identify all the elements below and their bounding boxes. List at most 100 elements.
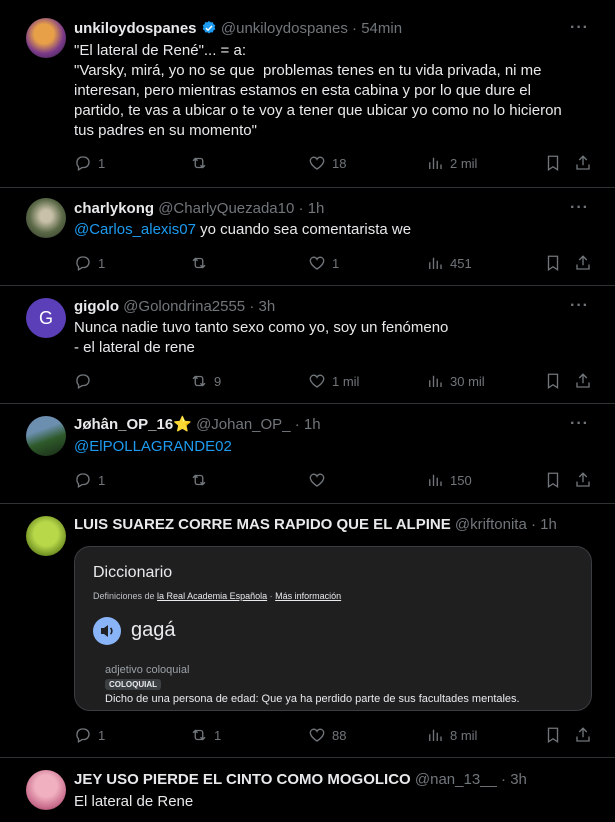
share-button[interactable] xyxy=(574,153,592,173)
heart-icon xyxy=(309,473,325,487)
share-icon xyxy=(576,373,590,388)
tweet-header: unkiloydospanes @unkiloydospanes · 54min xyxy=(74,20,403,37)
share-icon xyxy=(576,472,590,487)
like-button[interactable]: 18 xyxy=(308,153,346,173)
like-button[interactable] xyxy=(308,470,332,490)
share-button[interactable] xyxy=(574,470,592,490)
views-icon xyxy=(429,729,442,741)
timestamp[interactable]: 3h xyxy=(259,298,276,315)
view-count: 30 mil xyxy=(450,373,485,389)
mention-link[interactable]: @Carlos_alexis07 xyxy=(74,221,196,238)
action-bar: 1 1 88 8 mil xyxy=(74,725,594,745)
views-button[interactable]: 30 mil xyxy=(426,371,485,391)
tweet[interactable]: G gigolo @Golondrina2555 · 3h ··· Nunca … xyxy=(0,286,615,404)
tweet[interactable]: LUIS SUAREZ CORRE MAS RAPIDO QUE EL ALPI… xyxy=(0,504,615,758)
more-options-icon[interactable]: ··· xyxy=(570,20,589,36)
reply-icon xyxy=(76,374,90,389)
handle[interactable]: @nan_13__ xyxy=(415,771,497,788)
more-info-link: Más información xyxy=(275,591,342,601)
bookmark-icon xyxy=(547,727,559,744)
retweet-button[interactable]: 9 xyxy=(190,371,221,391)
tweet[interactable]: charlykong @CharlyQuezada10 · 1h ··· @Ca… xyxy=(0,188,615,286)
reply-count: 1 xyxy=(98,255,106,271)
handle[interactable]: @Johan_OP_ xyxy=(196,416,290,433)
more-options-icon[interactable]: ··· xyxy=(570,298,589,314)
share-icon xyxy=(576,155,590,170)
retweet-button[interactable] xyxy=(190,470,214,490)
reply-button[interactable]: 1 xyxy=(74,153,105,173)
like-button[interactable]: 1 xyxy=(308,253,339,273)
reply-icon xyxy=(76,256,90,271)
bookmark-icon xyxy=(547,255,559,272)
heart-icon xyxy=(309,374,325,388)
bookmark-button[interactable] xyxy=(544,371,562,391)
retweet-count: 1 xyxy=(214,727,222,743)
avatar[interactable] xyxy=(26,198,66,238)
views-icon xyxy=(429,157,442,169)
retweet-button[interactable] xyxy=(190,153,214,173)
avatar[interactable] xyxy=(26,770,66,810)
definition-text: Dicho de una persona de edad: Que ya ha … xyxy=(105,693,520,705)
reply-icon xyxy=(76,156,90,171)
tweet-text: "El lateral de René"... = a: "Varsky, mi… xyxy=(74,42,562,139)
timestamp[interactable]: 54min xyxy=(361,20,402,37)
views-icon xyxy=(429,474,442,486)
display-name[interactable]: gigolo xyxy=(74,298,119,315)
bookmark-button[interactable] xyxy=(544,153,562,173)
tweet[interactable]: unkiloydospanes @unkiloydospanes · 54min… xyxy=(0,0,615,188)
views-button[interactable]: 451 xyxy=(426,253,472,273)
tweet-header: charlykong @CharlyQuezada10 · 1h xyxy=(74,200,325,217)
tweet-text: @Carlos_alexis07 yo cuando sea comentari… xyxy=(74,221,412,238)
reply-count: 1 xyxy=(98,155,106,171)
share-button[interactable] xyxy=(574,725,592,745)
handle[interactable]: @CharlyQuezada10 xyxy=(158,200,294,217)
retweet-button[interactable] xyxy=(190,253,214,273)
timestamp[interactable]: 1h xyxy=(308,200,325,217)
rae-link: la Real Academia Española xyxy=(157,591,268,601)
tweet-header: Jøhân_OP_16⭐ @Johan_OP_ · 1h xyxy=(74,416,321,433)
bookmark-icon xyxy=(547,373,559,390)
bookmark-button[interactable] xyxy=(544,470,562,490)
retweet-button[interactable]: 1 xyxy=(190,725,221,745)
views-button[interactable]: 150 xyxy=(426,470,472,490)
like-button[interactable]: 1 mil xyxy=(308,371,359,391)
avatar[interactable] xyxy=(26,516,66,556)
timestamp[interactable]: 3h xyxy=(510,771,527,788)
display-name[interactable]: JEY USO PIERDE EL CINTO COMO MOGOLICO xyxy=(74,771,411,788)
display-name[interactable]: unkiloydospanes xyxy=(74,20,197,37)
avatar[interactable] xyxy=(26,416,66,456)
bookmark-button[interactable] xyxy=(544,253,562,273)
heart-icon xyxy=(309,256,325,270)
reply-button[interactable]: 1 xyxy=(74,253,105,273)
avatar[interactable]: G xyxy=(26,298,66,338)
share-icon xyxy=(576,255,590,270)
share-button[interactable] xyxy=(574,371,592,391)
tweet-header: LUIS SUAREZ CORRE MAS RAPIDO QUE EL ALPI… xyxy=(74,516,557,533)
views-button[interactable]: 8 mil xyxy=(426,725,477,745)
handle[interactable]: @kriftonita xyxy=(455,516,527,533)
share-button[interactable] xyxy=(574,253,592,273)
avatar[interactable] xyxy=(26,18,66,58)
handle[interactable]: @unkiloydospanes xyxy=(221,20,348,37)
dictionary-card-image[interactable]: Diccionario Definiciones de la Real Acad… xyxy=(74,546,592,711)
tweet[interactable]: Jøhân_OP_16⭐ @Johan_OP_ · 1h ··· @ElPOLL… xyxy=(0,404,615,504)
tweet[interactable]: JEY USO PIERDE EL CINTO COMO MOGOLICO @n… xyxy=(0,758,615,822)
display-name[interactable]: charlykong xyxy=(74,200,154,217)
bookmark-button[interactable] xyxy=(544,725,562,745)
reply-icon xyxy=(76,728,90,743)
like-button[interactable]: 88 xyxy=(308,725,346,745)
star-emoji: ⭐ xyxy=(173,416,192,433)
display-name[interactable]: Jøhân_OP_16 xyxy=(74,416,173,433)
more-options-icon[interactable]: ··· xyxy=(570,416,589,432)
timestamp[interactable]: 1h xyxy=(304,416,321,433)
handle[interactable]: @Golondrina2555 xyxy=(123,298,245,315)
reply-button[interactable]: 1 xyxy=(74,470,105,490)
reply-button[interactable]: 1 xyxy=(74,725,105,745)
more-options-icon[interactable]: ··· xyxy=(570,200,589,216)
like-count: 18 xyxy=(332,155,347,171)
reply-button[interactable] xyxy=(74,371,98,391)
views-button[interactable]: 2 mil xyxy=(426,153,477,173)
timestamp[interactable]: 1h xyxy=(540,516,557,533)
display-name[interactable]: LUIS SUAREZ CORRE MAS RAPIDO QUE EL ALPI… xyxy=(74,516,451,533)
mention-link[interactable]: @ElPOLLAGRANDE02 xyxy=(74,438,232,455)
